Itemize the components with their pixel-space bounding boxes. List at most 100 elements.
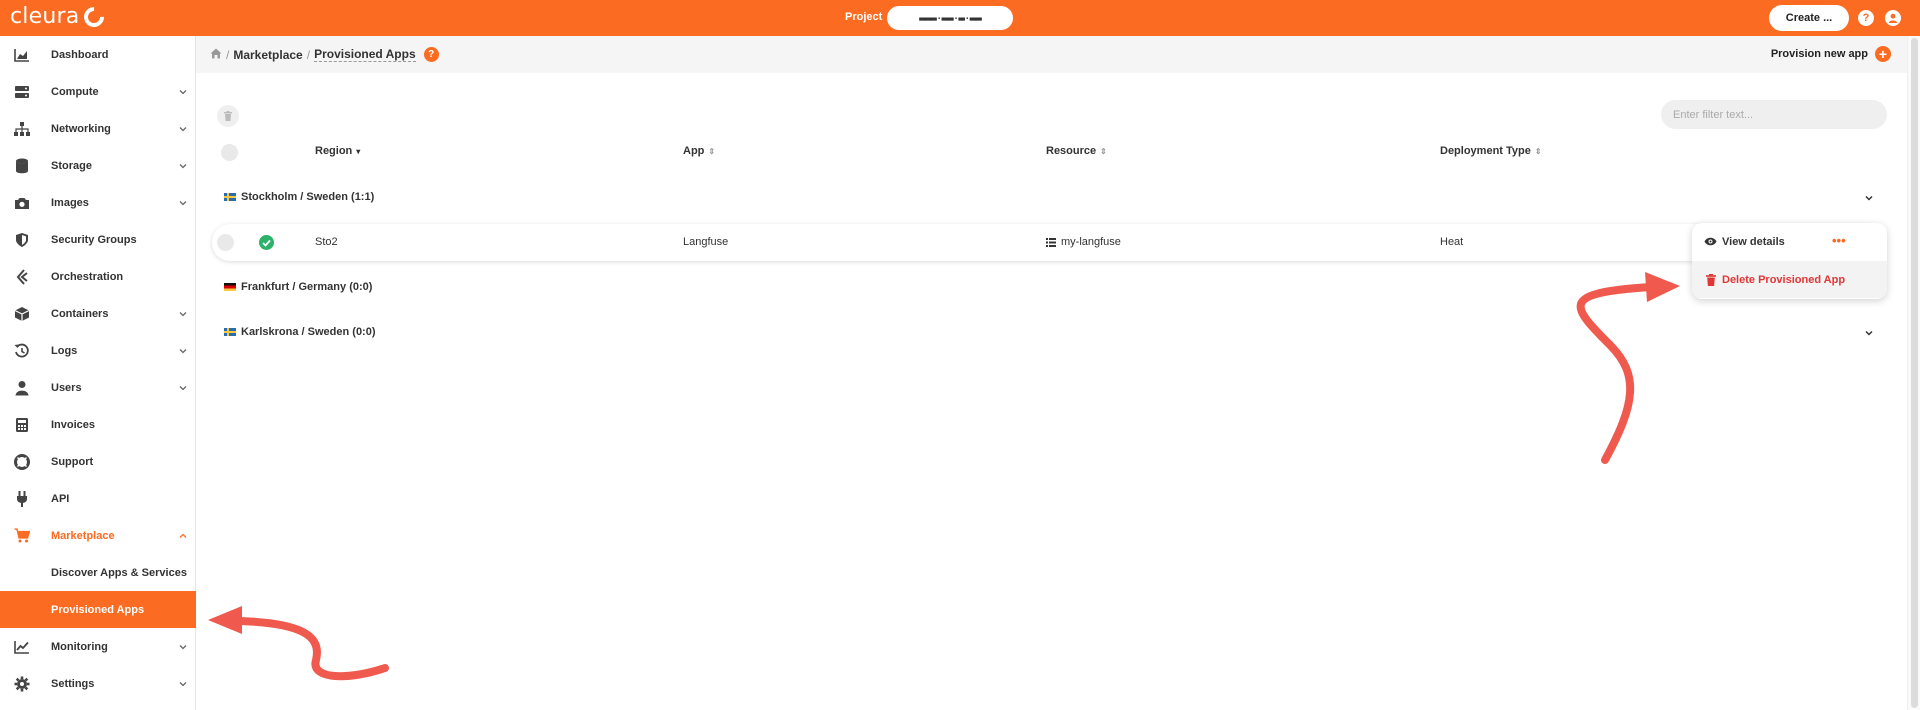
sidebar-item-label: API	[51, 492, 70, 505]
menu-item-label: View details	[1722, 235, 1785, 248]
chevron-down-icon[interactable]	[1864, 328, 1874, 338]
filter-input[interactable]	[1661, 100, 1887, 129]
provision-new-app-label: Provision new app	[1770, 48, 1868, 60]
home-icon[interactable]	[210, 48, 222, 62]
column-header-label: Resource	[1046, 145, 1097, 157]
sidebar-item-logs[interactable]: Logs	[0, 332, 196, 369]
region-group-frankfurt[interactable]: Frankfurt / Germany (0:0)	[224, 278, 372, 296]
gear-icon	[14, 676, 30, 692]
provision-new-app-button[interactable]: Provision new app +	[1771, 46, 1891, 62]
sidebar-item-storage[interactable]: Storage	[0, 147, 196, 184]
top-bar: cleura Project ▬▬▬·▬▬·▬·▬▬ Create ... ?	[0, 0, 1920, 36]
sidebar-item-compute[interactable]: Compute	[0, 73, 196, 110]
region-group-label: Stockholm / Sweden	[241, 191, 348, 203]
create-button[interactable]: Create ...	[1769, 5, 1849, 31]
sort-icon: ⇕	[1534, 146, 1542, 156]
delete-provisioned-app-menu-item[interactable]: Delete Provisioned App	[1692, 261, 1887, 298]
chevron-down-icon	[179, 163, 187, 168]
bulk-delete-button[interactable]	[217, 105, 239, 127]
region-group-count: (1:1)	[351, 191, 375, 203]
cell-app: Langfuse	[683, 236, 729, 248]
page-scrollbar[interactable]	[1907, 36, 1920, 710]
breadcrumb-separator: /	[306, 47, 311, 62]
sidebar-item-label: Users	[51, 381, 82, 394]
chevron-down-icon	[179, 126, 187, 131]
sidebar-item-support[interactable]: Support	[0, 443, 196, 480]
cube-icon	[14, 306, 30, 322]
chart-area-icon	[14, 47, 30, 63]
column-header-label: Region	[315, 145, 353, 157]
column-header-deployment-type[interactable]: Deployment Type ⇕	[1440, 145, 1542, 157]
sidebar-item-label: Security Groups	[51, 233, 137, 246]
sidebar-item-networking[interactable]: Networking	[0, 110, 196, 147]
region-group-karlskrona[interactable]: Karlskrona / Sweden (0:0)	[224, 323, 376, 341]
column-header-label: Deployment Type	[1440, 145, 1531, 157]
sidebar-item-users[interactable]: Users	[0, 369, 196, 406]
select-all-checkbox[interactable]	[221, 144, 238, 161]
sidebar-item-label: Invoices	[51, 418, 96, 431]
sidebar-item-label: Orchestration	[51, 270, 124, 283]
sidebar-item-settings[interactable]: Settings	[0, 665, 196, 702]
user-account-icon[interactable]	[1885, 10, 1901, 26]
project-selector[interactable]: ▬▬▬·▬▬·▬·▬▬	[887, 6, 1013, 30]
sidebar-item-security-groups[interactable]: Security Groups	[0, 221, 196, 258]
eye-icon	[1704, 235, 1717, 248]
table-row[interactable]: Sto2 Langfuse my-langfuse Heat	[212, 224, 1882, 261]
cleura-logo[interactable]: cleura	[10, 2, 109, 31]
database-icon	[14, 158, 30, 174]
sidebar-item-marketplace[interactable]: Marketplace	[0, 517, 196, 554]
sidebar-item-label: Compute	[51, 85, 99, 98]
lifebuoy-icon	[14, 453, 30, 470]
sidebar-item-label: Marketplace	[51, 529, 115, 542]
more-actions-icon[interactable]: •••	[1832, 233, 1846, 248]
sort-desc-icon: ▾	[356, 146, 361, 156]
sidebar-item-monitoring[interactable]: Monitoring	[0, 628, 196, 665]
help-icon[interactable]: ?	[423, 47, 439, 62]
cart-icon	[14, 528, 30, 544]
sidebar: Dashboard Compute Networking Storage Ima…	[0, 36, 196, 710]
page-title: Provisioned Apps	[314, 47, 416, 62]
chevron-down-icon	[179, 385, 187, 390]
breadcrumb-bar: / Marketplace / Provisioned Apps ? Provi…	[196, 36, 1907, 73]
sidebar-item-label: Images	[51, 196, 89, 209]
column-header-label: App	[683, 145, 705, 157]
sidebar-item-label: Discover Apps & Services	[51, 566, 187, 579]
cell-resource[interactable]: my-langfuse	[1046, 236, 1121, 248]
breadcrumb-marketplace[interactable]: Marketplace	[233, 48, 302, 62]
row-checkbox[interactable]	[217, 234, 234, 251]
sidebar-item-label: Containers	[51, 307, 109, 320]
region-group-count: (0:0)	[352, 326, 376, 338]
sidebar-item-label: Storage	[51, 159, 92, 172]
sort-icon: ⇕	[708, 146, 716, 156]
main-content: / Marketplace / Provisioned Apps ? Provi…	[196, 36, 1907, 710]
sidebar-item-api[interactable]: API	[0, 480, 196, 517]
scrollbar-thumb[interactable]	[1911, 38, 1918, 708]
view-details-menu-item[interactable]: View details •••	[1692, 223, 1887, 260]
chevron-down-icon[interactable]	[1864, 193, 1874, 203]
shield-icon	[14, 232, 30, 248]
help-icon[interactable]: ?	[1858, 10, 1874, 26]
plug-icon	[14, 490, 30, 507]
status-ok-icon	[259, 235, 274, 250]
sidebar-item-discover-apps[interactable]: Discover Apps & Services	[0, 554, 196, 591]
sidebar-item-provisioned-apps[interactable]: Provisioned Apps	[0, 591, 196, 628]
column-header-region[interactable]: Region ▾	[315, 145, 360, 157]
chevron-down-icon	[179, 681, 187, 686]
history-icon	[14, 343, 30, 359]
sidebar-item-invoices[interactable]: Invoices	[0, 406, 196, 443]
germany-flag-icon	[224, 283, 236, 291]
chevron-down-icon	[179, 644, 187, 649]
sidebar-item-orchestration[interactable]: Orchestration	[0, 258, 196, 295]
column-header-resource[interactable]: Resource ⇕	[1046, 145, 1107, 157]
column-header-app[interactable]: App ⇕	[683, 145, 715, 157]
sidebar-item-dashboard[interactable]: Dashboard	[0, 36, 196, 73]
sidebar-item-images[interactable]: Images	[0, 184, 196, 221]
sidebar-item-containers[interactable]: Containers	[0, 295, 196, 332]
row-actions-menu: View details ••• Delete Provisioned App	[1692, 223, 1887, 299]
trash-icon	[224, 111, 232, 121]
region-group-count: (0:0)	[349, 281, 373, 293]
breadcrumb: / Marketplace / Provisioned Apps ?	[210, 47, 439, 62]
region-group-stockholm[interactable]: Stockholm / Sweden (1:1)	[224, 188, 374, 206]
cell-region: Sto2	[315, 236, 338, 248]
table-header: Region ▾ App ⇕ Resource ⇕ Deployment Type ⇕	[196, 140, 1907, 164]
